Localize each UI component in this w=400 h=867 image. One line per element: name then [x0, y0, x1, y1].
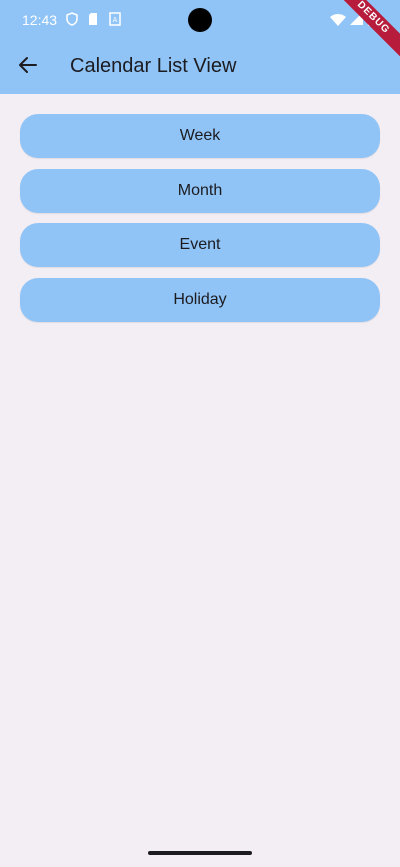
- shield-icon: [66, 12, 78, 29]
- week-button[interactable]: Week: [20, 114, 380, 158]
- holiday-button[interactable]: Holiday: [20, 277, 380, 322]
- button-list: Week Month Event Holiday: [20, 114, 380, 332]
- event-button[interactable]: Event: [20, 223, 380, 267]
- month-button[interactable]: Month: [20, 168, 380, 213]
- app-screen: 12:43 A DEBUG Calendar List View Week Mo…: [0, 0, 400, 867]
- page-title: Calendar List View: [70, 55, 237, 77]
- arrow-left-icon: [18, 55, 38, 80]
- sim-card-icon: [88, 12, 98, 29]
- app-notification-icon: A: [109, 12, 121, 29]
- status-bar: 12:43 A: [0, 0, 400, 40]
- app-bar: Calendar List View: [0, 40, 400, 94]
- back-button[interactable]: [10, 49, 46, 85]
- svg-text:A: A: [113, 16, 118, 24]
- camera-cutout: [188, 8, 212, 32]
- home-indicator[interactable]: [148, 851, 252, 855]
- status-time: 12:43: [22, 12, 58, 28]
- wifi-icon: [330, 13, 346, 29]
